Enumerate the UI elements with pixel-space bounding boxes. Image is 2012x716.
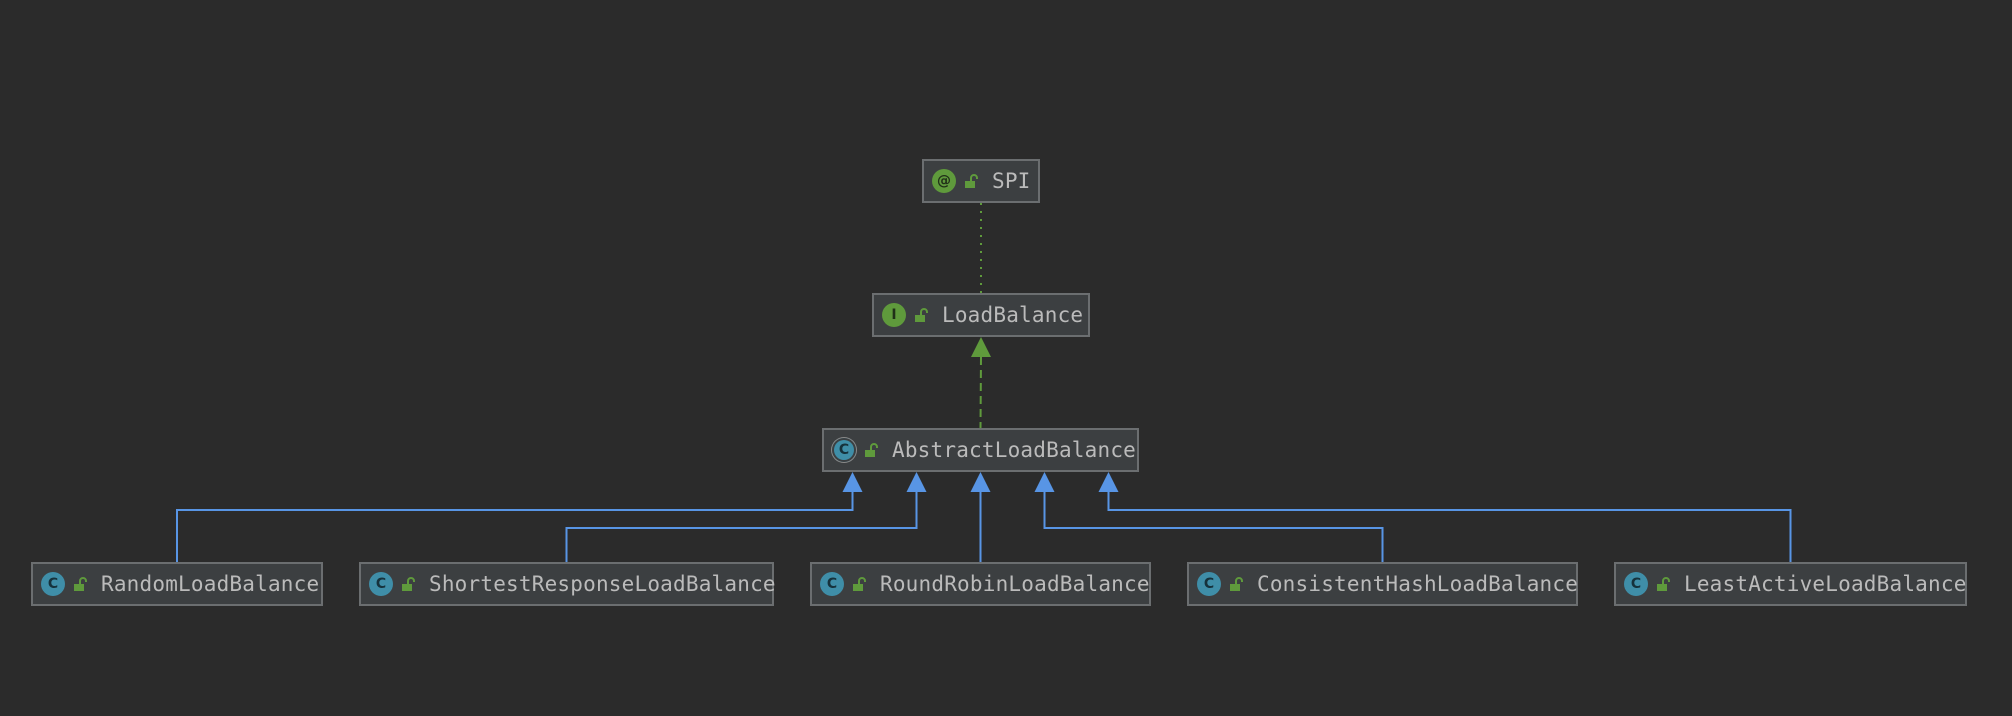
public-lock-icon [965,173,978,188]
node-leastactiveloadbalance[interactable]: C LeastActiveLoadBalance [1614,562,1967,606]
node-label: ConsistentHashLoadBalance [1257,572,1579,596]
diagram-edges [176,203,1792,562]
public-lock-icon [1657,576,1670,591]
node-label: ShortestResponseLoadBalance [429,572,776,596]
edge-extends-arrowhead-consistenthashloadbalance [1034,472,1055,492]
edge-extends-consistenthashloadbalance [1043,492,1384,562]
edge-extends-arrowhead-roundrobinloadbalance [970,472,991,492]
interface-icon: I [882,303,906,327]
public-lock-icon [74,576,87,591]
node-abstractloadbalance[interactable]: C AbstractLoadBalance [822,428,1139,472]
annotation-icon: @ [932,169,956,193]
node-consistenthashloadbalance[interactable]: C ConsistentHashLoadBalance [1187,562,1578,606]
abstract-class-icon: C [832,438,856,462]
node-spi[interactable]: @ SPI [922,159,1040,203]
node-label: AbstractLoadBalance [892,438,1137,462]
node-label: LoadBalance [942,303,1084,327]
node-randomloadbalance[interactable]: C RandomLoadBalance [31,562,323,606]
node-shortestresponseloadbalance[interactable]: C ShortestResponseLoadBalance [359,562,776,606]
edge-extends-arrowhead-shortestresponseloadbalance [906,472,927,492]
public-lock-icon [865,442,878,457]
node-label: RoundRobinLoadBalance [880,572,1150,596]
node-label: LeastActiveLoadBalance [1684,572,1967,596]
node-loadbalance[interactable]: I LoadBalance [872,293,1090,337]
diagram-canvas: @ SPI I LoadBalance C AbstractLoadBalanc… [0,0,2012,716]
class-icon: C [1624,572,1648,596]
edge-extends-arrowhead-randomloadbalance [842,472,863,492]
public-lock-icon [402,576,415,591]
public-lock-icon [915,307,928,322]
public-lock-icon [853,576,866,591]
public-lock-icon [1230,576,1243,591]
node-label: RandomLoadBalance [101,572,320,596]
edge-implements [979,356,982,429]
node-label: SPI [992,169,1031,193]
class-icon: C [41,572,65,596]
edge-extends-shortestresponseloadbalance [565,492,918,562]
class-icon: C [1197,572,1221,596]
class-icon: C [369,572,393,596]
class-icon: C [820,572,844,596]
edge-extends-arrowhead-leastactiveloadbalance [1098,472,1119,492]
node-roundrobinloadbalance[interactable]: C RoundRobinLoadBalance [810,562,1151,606]
edge-implements-arrowhead [971,337,991,357]
